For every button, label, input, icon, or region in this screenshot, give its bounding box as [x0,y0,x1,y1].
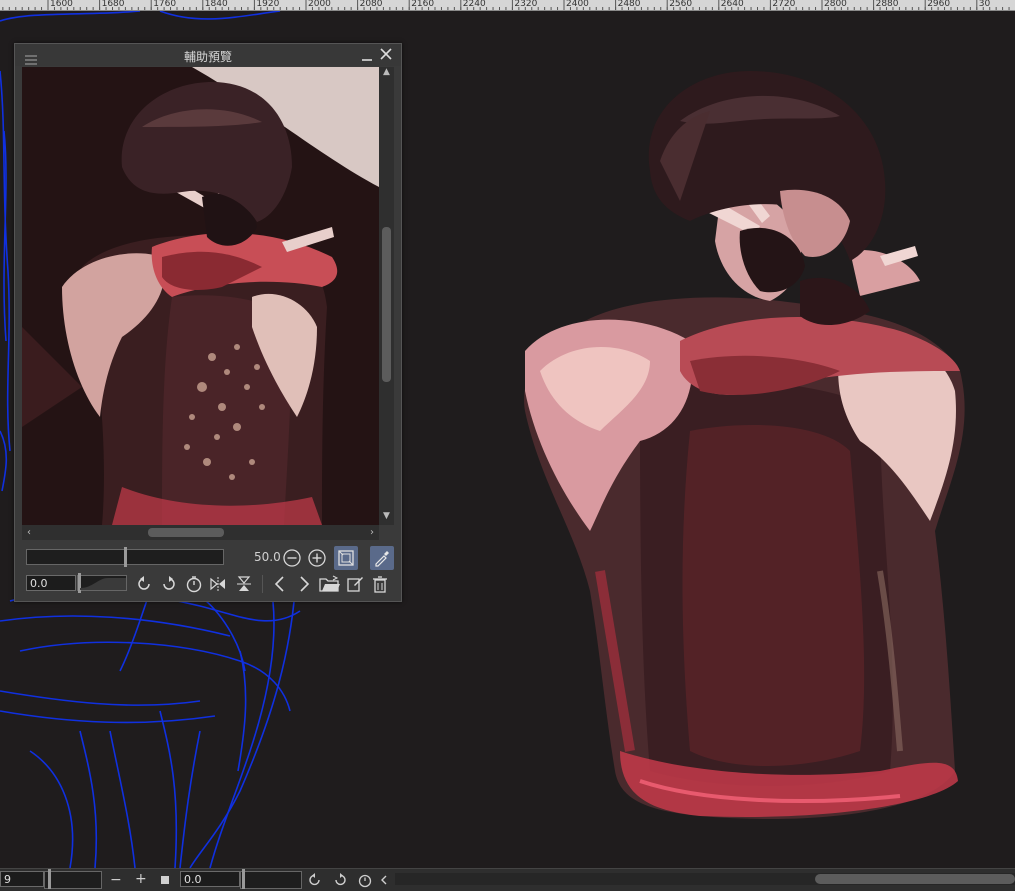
canvas-rotation-slider-handle[interactable] [242,869,245,889]
canvas-rotate-right-icon[interactable] [330,870,350,890]
rotate-right-icon[interactable] [159,574,179,594]
scroll-left-icon[interactable]: ‹ [22,525,36,540]
horizontal-scrollbar[interactable]: ‹ › [22,525,379,540]
zoom-controls: 50.0 [22,546,397,570]
ruler-label: 2080 [359,0,383,9]
import-image-icon[interactable] [319,574,341,594]
scroll-right-icon[interactable]: › [365,525,379,540]
horizontal-scroll-thumb[interactable] [815,874,1015,884]
ruler-label: 2000 [308,0,331,9]
ruler-label: 2880 [875,0,899,9]
scroll-down-icon[interactable]: ▼ [379,511,394,525]
ruler-label: 2720 [772,0,796,9]
ruler-label: 1600 [50,0,73,9]
rotation-field[interactable]: 0.0 [26,575,76,591]
reset-rotation-icon[interactable] [184,574,204,594]
ruler-label: 1680 [101,0,125,9]
ruler-label: 2240 [462,0,486,9]
vertical-scrollbar[interactable]: ▲ ▼ [379,67,394,525]
delete-icon[interactable] [370,574,390,594]
ruler-label: 1840 [204,0,228,9]
scroll-left-icon[interactable] [376,870,392,890]
canvas-zoom-slider[interactable] [44,869,102,889]
canvas-reset-rotation-icon[interactable] [355,870,375,890]
canvas-zoom-in-button[interactable]: + [135,871,147,887]
sub-view-panel[interactable]: 輔助預覽 ▲ ▼ ‹ › 50.0 0.0 [14,43,402,602]
zoom-out-icon[interactable] [282,548,302,568]
minimize-icon[interactable] [361,48,373,62]
flip-horizontal-icon[interactable] [209,574,227,594]
status-bar: 9 − + 0.0 [0,868,1015,891]
rotate-left-icon[interactable] [134,574,154,594]
vertical-scroll-thumb[interactable] [382,227,391,382]
ruler-label: 2320 [514,0,538,9]
clear-icon[interactable] [345,574,365,594]
close-icon[interactable] [379,47,393,61]
ruler-label: 30 [978,0,991,9]
stop-icon[interactable] [161,876,169,884]
zoom-value: 50.0 [254,550,281,564]
ruler-label: 2640 [720,0,744,9]
painted-figure [524,71,965,819]
rotation-controls: 0.0 [22,572,397,596]
zoom-slider-handle[interactable] [124,547,127,567]
horizontal-scroll-thumb[interactable] [148,528,224,537]
zoom-slider[interactable] [26,547,224,567]
toolbar-divider [262,575,263,593]
sub-view-titlebar[interactable]: 輔助預覽 [15,44,401,66]
eyedropper-icon[interactable] [370,546,394,570]
canvas-zoom-field[interactable]: 9 [0,871,44,887]
canvas-zoom-out-button[interactable]: − [110,872,122,888]
canvas-rotation-slider[interactable] [240,869,302,889]
ruler-label: 2160 [411,0,435,9]
reference-image[interactable] [22,67,379,525]
next-icon[interactable] [294,574,314,594]
zoom-in-icon[interactable] [307,548,327,568]
ruler-label: 1760 [153,0,177,9]
horizontal-scroll-track[interactable] [395,873,1015,885]
ruler-label: 2800 [824,0,847,9]
flip-vertical-icon[interactable] [235,574,253,594]
sub-view-title: 輔助預覽 [183,50,232,64]
ruler-label: 2400 [566,0,589,9]
ruler-label: 1920 [256,0,280,9]
rotation-slider[interactable] [77,573,127,593]
ruler-label: 2960 [927,0,951,9]
previous-icon[interactable] [270,574,290,594]
top-ruler: 1600 1680 1760 1840 1920 2000 2080 2160 2240 2320… [0,0,1015,11]
ruler-label: 2480 [617,0,641,9]
canvas-zoom-slider-handle[interactable] [48,869,51,889]
scroll-up-icon[interactable]: ▲ [379,67,394,81]
canvas-area[interactable]: 輔助預覽 ▲ ▼ ‹ › 50.0 0.0 [0,11,1015,868]
ruler-label: 2560 [669,0,693,9]
canvas-rotation-field[interactable]: 0.0 [180,871,240,887]
fit-to-window-icon[interactable] [334,546,358,570]
canvas-rotate-left-icon[interactable] [305,870,325,890]
